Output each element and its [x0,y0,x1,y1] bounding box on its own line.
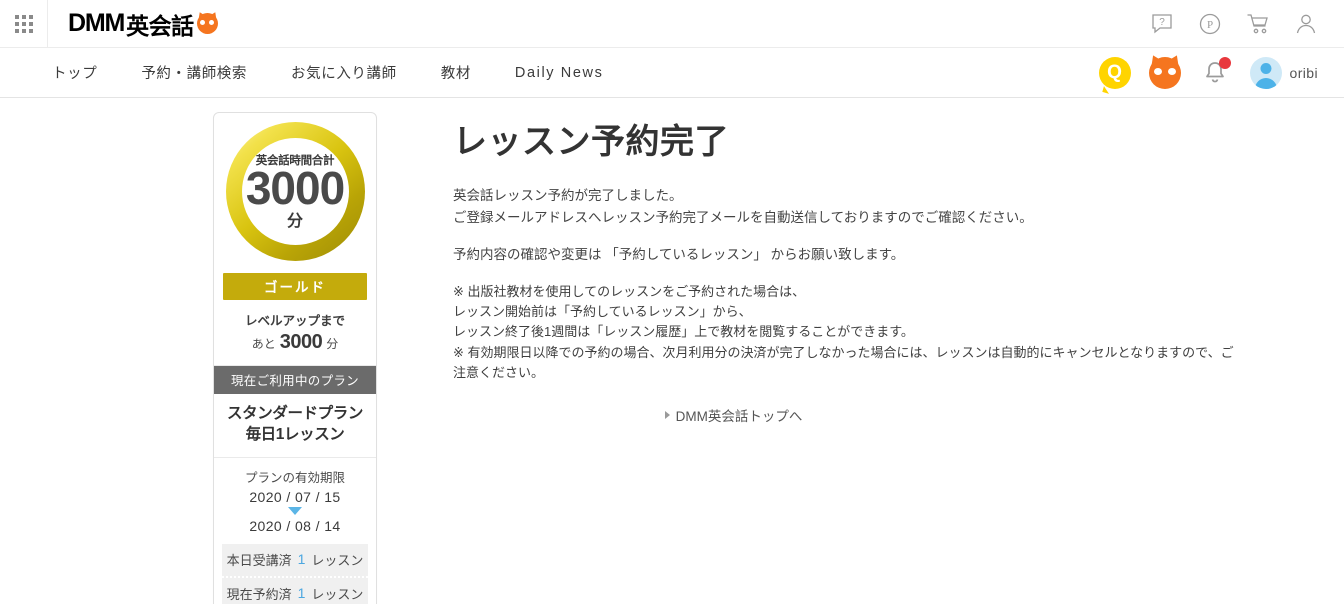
intro-line-3: 予約内容の確認や変更は 「予約しているレッスン」 からお願い致します。 [453,246,905,262]
page-title: レッスン予約完了 [453,123,729,161]
plan-name-line2: 毎日1レッスン [245,426,345,444]
levelup-unit: 分 [326,337,339,351]
total-minutes-value: 3000 [245,162,345,215]
plan-expiry-from: 2020 / 07 / 15 [249,488,341,505]
owl-mascot-icon [195,10,219,34]
mascot-button[interactable] [1140,48,1190,98]
notice-line-2: レッスン開始前は「予約しているレッスン」から、 [453,303,752,319]
levelup-value: 3000 [279,331,323,353]
main-navigation: トップ 予約・講師検索 お気に入り講師 教材 Daily News Q orib… [0,48,1344,98]
current-plan-name: スタンダードプラン 毎日1レッスン [214,394,376,458]
dmm-top-link-label: DMM英会話トップへ [675,408,803,424]
nav-item-favorite-teachers[interactable]: お気に入り講師 [269,62,419,83]
nav-item-materials[interactable]: 教材 [419,62,493,83]
total-minutes-unit: 分 [286,212,303,230]
question-bubble-icon: Q [1098,57,1131,89]
top-link-container: DMM英会話トップへ [453,405,1304,425]
rank-badge: 英会話時間合計 3000 分 [214,113,376,267]
nav-item-top[interactable]: トップ [30,62,119,83]
rank-label: ゴールド [223,273,367,300]
current-plan-header: 現在ご利用中のプラン [214,366,376,394]
user-avatar-icon [1249,57,1282,89]
user-menu[interactable]: oribi [1240,48,1344,98]
count-value: 1 [297,551,306,568]
count-label: 現在予約済 [226,586,292,602]
nav-right-actions: Q oribi [1090,48,1344,98]
notification-dot [1218,57,1231,69]
top-utility-icons: ? P [1138,0,1344,48]
question-bubble-button[interactable]: Q [1090,48,1140,98]
notice-line-4: ※ 有効期限日以降での予約の場合、次月利用分の決済が完了しなかった場合には、レッ… [453,344,1234,360]
apps-grid-icon [14,14,33,33]
main-content: レッスン予約完了 英会話レッスン予約が完了しました。 ご登録メールアドレスへレッ… [425,112,1344,604]
chevron-down-icon [288,506,302,515]
count-label: 本日受講済 [226,552,292,568]
nav-item-reserve-search[interactable]: 予約・講師検索 [119,62,269,83]
cart-icon[interactable] [1234,0,1282,48]
list-item: 現在予約済 1 レッスン [222,577,368,604]
page-body: 英会話時間合計 3000 分 ゴールド レベルアップまで あと 3000 分 現… [0,98,1344,604]
nav-item-daily-news[interactable]: Daily News [493,65,626,81]
intro-line-2: ご登録メールアドレスへレッスン予約完了メールを自動送信しておりますのでご確認くだ… [453,209,1033,225]
brand-dmm-text: DMM [68,9,125,37]
levelup-label: レベルアップまで [244,314,345,328]
notice-block: ※ 出版社教材を使用してのレッスンをご予約された場合は、 レッスン開始前は「予約… [453,282,1304,384]
plan-expiry-section: プランの有効期限 2020 / 07 / 15 2020 / 08 / 14 [214,458,376,544]
plan-expiry-label: プランの有効期限 [244,470,345,485]
notification-button[interactable] [1190,48,1240,98]
account-status-card: 英会話時間合計 3000 分 ゴールド レベルアップまで あと 3000 分 現… [213,112,377,604]
brand-logo[interactable]: DMM 英会話 [68,7,219,41]
notice-line-1: ※ 出版社教材を使用してのレッスンをご予約された場合は、 [453,283,806,299]
top-utility-bar: DMM 英会話 ? P [0,0,1344,48]
chevron-right-icon [664,410,670,419]
plan-name-line1: スタンダードプラン [227,405,363,422]
levelup-section: レベルアップまで あと 3000 分 [214,300,376,366]
list-item: 本日受講済 1 レッスン [222,543,368,578]
notification-bell-icon [1200,57,1231,88]
confirmation-message: 英会話レッスン予約が完了しました。 ご登録メールアドレスへレッスン予約完了メール… [453,185,1304,266]
account-icon[interactable] [1282,0,1330,48]
svg-text:P: P [1207,19,1213,31]
notice-line-5: 注意ください。 [453,365,545,381]
count-unit: レッスン [311,552,364,568]
gold-ring-graphic: 英会話時間合計 3000 分 [225,122,365,261]
username-label: oribi [1289,65,1318,81]
lesson-count-list: 本日受講済 1 レッスン 現在予約済 1 レッスン 現在予約可 0 レッスン [214,543,376,604]
apps-grid-button[interactable] [0,0,48,48]
svg-text:?: ? [1159,17,1165,28]
brand-japanese-text: 英会話 [126,12,194,39]
count-unit: レッスン [311,586,364,602]
levelup-prefix: あと [251,337,276,351]
levelup-value-row: あと 3000 分 [220,331,370,354]
count-value: 1 [297,585,306,602]
nav-item-list: トップ 予約・講師検索 お気に入り講師 教材 Daily News [30,62,625,83]
notice-line-3: レッスン終了後1週間は「レッスン履歴」上で教材を閲覧することができます。 [453,324,914,340]
points-icon[interactable]: P [1186,0,1234,48]
dmm-top-link[interactable]: DMM英会話トップへ [664,405,803,425]
question-bubble-letter: Q [1107,62,1122,83]
gold-ring-inner: 英会話時間合計 3000 分 [241,138,349,245]
plan-expiry-to: 2020 / 08 / 14 [249,517,341,534]
owl-mascot-icon [1147,52,1182,89]
intro-line-1: 英会話レッスン予約が完了しました。 [453,188,683,203]
help-chat-icon[interactable]: ? [1138,0,1186,48]
sidebar: 英会話時間合計 3000 分 ゴールド レベルアップまで あと 3000 分 現… [213,112,425,604]
